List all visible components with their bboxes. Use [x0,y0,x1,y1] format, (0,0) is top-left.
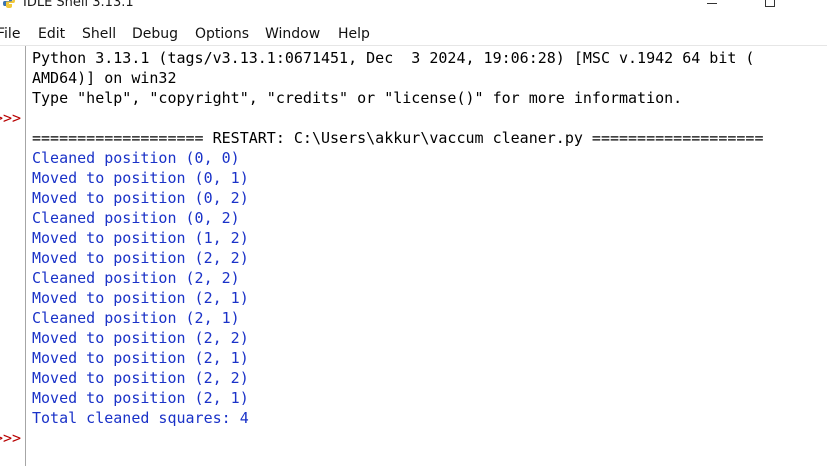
maximize-icon [765,0,775,7]
restart-line: =================== RESTART: C:\Users\ak… [32,129,764,147]
output-line: Cleaned position (2, 1) [32,309,240,327]
menu-debug[interactable]: Debug [132,24,178,44]
output-line: Moved to position (2, 1) [32,389,249,407]
menu-options[interactable]: Options [195,24,249,44]
menu-file[interactable]: File [0,24,20,44]
output-line: Cleaned position (0, 2) [32,209,240,227]
output-line: Cleaned position (2, 2) [32,269,240,287]
menu-edit[interactable]: Edit [38,24,65,44]
shell-prompt: >>> [0,109,22,127]
output-line: Moved to position (2, 1) [32,349,249,367]
shell-text-area[interactable]: Python 3.13.1 (tags/v3.13.1:0671451, Dec… [27,46,827,466]
minimize-button[interactable] [692,0,732,12]
banner-line: AMD64)] on win32 [32,69,177,87]
minimize-icon [707,2,717,4]
output-line: Moved to position (0, 1) [32,169,249,187]
output-line: Moved to position (2, 2) [32,249,249,267]
output-line: Total cleaned squares: 4 [32,409,249,427]
banner-line: Python 3.13.1 (tags/v3.13.1:0671451, Dec… [32,49,755,67]
output-line: Moved to position (1, 2) [32,229,249,247]
output-line: Moved to position (2, 1) [32,289,249,307]
menu-window[interactable]: Window [265,24,320,44]
window-title: IDLE Shell 3.13.1 [23,0,134,10]
shell-prompt: >>> [0,429,22,447]
python-logo-icon [3,0,15,8]
banner-line: Type "help", "copyright", "credits" or "… [32,89,683,107]
output-line: Moved to position (0, 2) [32,189,249,207]
output-line: Cleaned position (0, 0) [32,149,240,167]
output-line: Moved to position (2, 2) [32,329,249,347]
idle-shell-window: IDLE Shell 3.13.1 File Edit Shell Debug … [0,0,827,466]
maximize-button[interactable] [750,0,790,12]
output-line: Moved to position (2, 2) [32,369,249,387]
title-bar: IDLE Shell 3.13.1 [0,0,827,13]
menu-shell[interactable]: Shell [82,24,116,44]
menu-help[interactable]: Help [338,24,370,44]
menu-bar: File Edit Shell Debug Options Window Hel… [0,22,827,46]
shell-sidebar: >>> >>> [0,46,26,466]
